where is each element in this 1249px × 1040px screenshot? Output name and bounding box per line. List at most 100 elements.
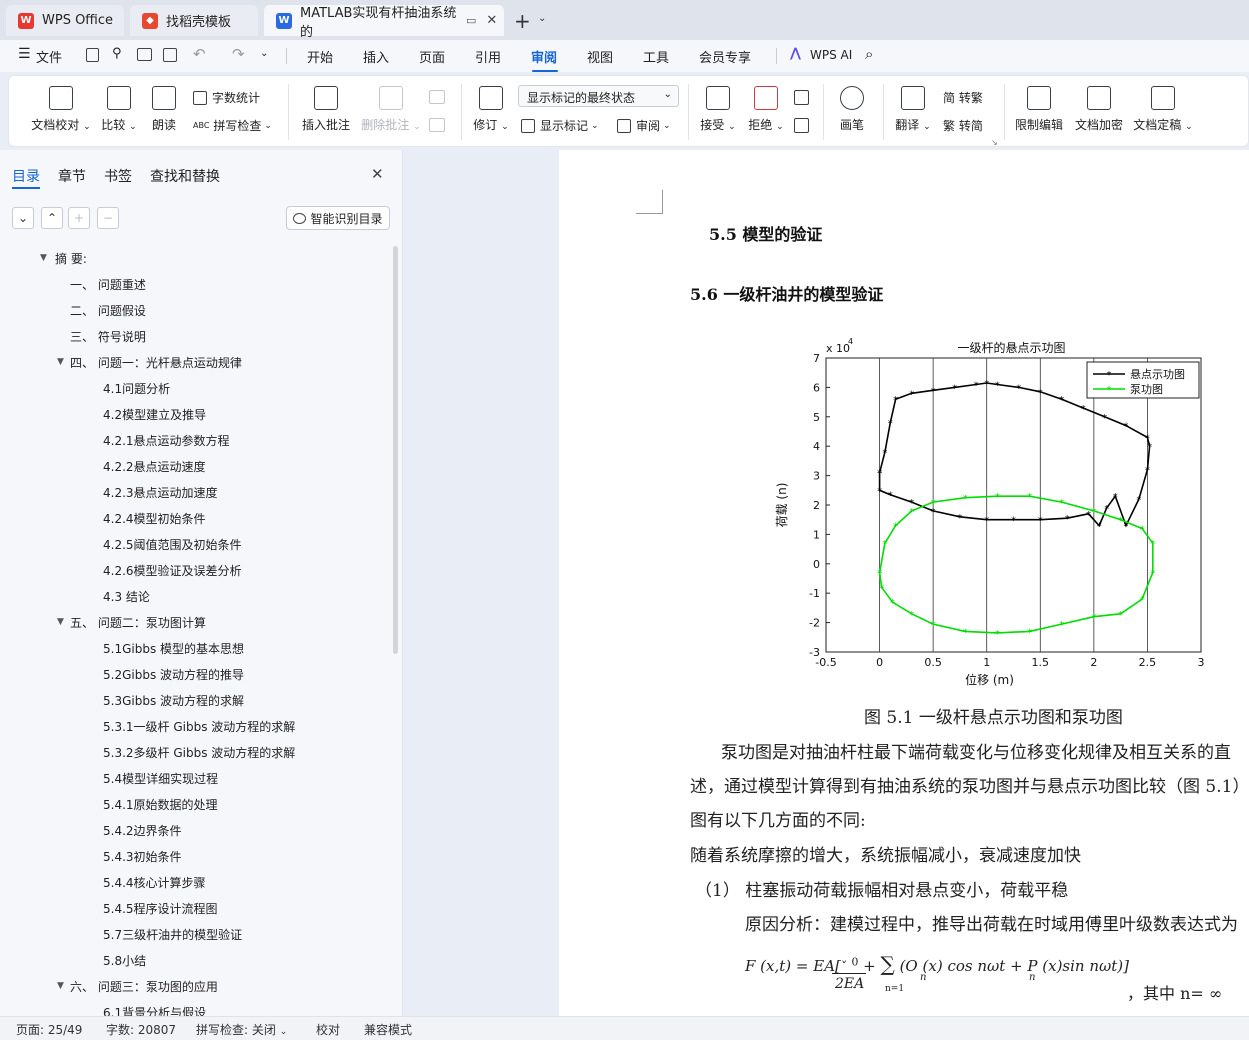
doc-check-button[interactable]: 文档校对 ⌄	[29, 86, 93, 133]
toc-item[interactable]: 4.3 结论	[103, 588, 150, 605]
restrict-edit-button[interactable]: 限制编辑	[1013, 86, 1065, 133]
undo-icon[interactable]: ↶	[193, 45, 206, 63]
toc-item[interactable]: 5.1Gibbs 模型的基本思想	[103, 640, 244, 657]
read-aloud-button[interactable]: 朗读	[149, 86, 179, 133]
toc-item[interactable]: 4.2.3悬点运动加速度	[103, 484, 218, 501]
toc-item[interactable]: 4.2.5阈值范围及初始条件	[103, 536, 242, 553]
toc-item[interactable]: 六、 问题三：泵功图的应用	[70, 978, 218, 995]
toc-item[interactable]: 4.2模型建立及推导	[103, 406, 206, 423]
menu-home[interactable]: 开始	[307, 47, 333, 66]
markup-state-select[interactable]: 显示标记的最终状态 ⌄	[518, 85, 679, 107]
wps-ai-icon[interactable]: ⋀	[790, 46, 801, 61]
to-simplified-button[interactable]: 繁 转简	[943, 117, 983, 134]
close-pane-icon[interactable]: ✕	[371, 165, 384, 183]
print-icon[interactable]	[137, 48, 152, 61]
toc-item[interactable]: 5.8小结	[103, 952, 146, 969]
next-comment-icon[interactable]	[429, 118, 445, 132]
toc-item[interactable]: 4.1问题分析	[103, 380, 170, 397]
word-count-button[interactable]: 字数统计	[193, 89, 260, 106]
toc-item[interactable]: 四、 问题一：光杆悬点运动规律	[70, 354, 242, 371]
toc-item[interactable]: 4.2.6模型验证及误差分析	[103, 562, 242, 579]
tab-docer-templates[interactable]: ◆ 找稻壳模板	[130, 5, 258, 36]
toc-item[interactable]: 5.3Gibbs 波动方程的求解	[103, 692, 244, 709]
share-icon[interactable]: ⚲	[112, 46, 122, 61]
save-icon[interactable]	[86, 48, 99, 62]
show-markup-button[interactable]: 显示标记 ⌄	[521, 117, 599, 134]
toc-item[interactable]: 三、 符号说明	[70, 328, 146, 345]
menu-tools[interactable]: 工具	[643, 47, 669, 66]
accept-button[interactable]: 接受 ⌄	[699, 86, 737, 133]
print-preview-icon[interactable]	[163, 48, 177, 62]
document-page[interactable]: 5.5 模型的验证 5.6 一级杆油井的模型验证 -0.5 0 0.5 1 1.5 2 2.…	[559, 150, 1249, 1016]
to-traditional-button[interactable]: 简 转繁	[943, 89, 983, 106]
pen-button[interactable]: 画笔	[835, 86, 869, 133]
menu-file[interactable]: 文件	[36, 47, 62, 66]
finalize-button[interactable]: 文档定稿 ⌄	[1133, 86, 1193, 133]
menu-references[interactable]: 引用	[475, 47, 501, 66]
spell-check-status[interactable]: 拼写检查: 关闭 ⌄	[196, 1021, 287, 1038]
toc-item[interactable]: 5.7三级杆油井的模型验证	[103, 926, 242, 943]
dialog-launcher-icon[interactable]: ↘	[991, 138, 998, 147]
translate-button[interactable]: 翻译 ⌄	[893, 86, 933, 133]
close-tab-icon[interactable]: ✕	[486, 13, 497, 28]
tab-find-replace[interactable]: 查找和替换	[150, 166, 220, 186]
toc-item[interactable]: 5.3.2多级杆 Gibbs 波动方程的求解	[103, 744, 295, 761]
tab-bookmarks[interactable]: 书签	[104, 166, 132, 186]
encrypt-button[interactable]: 文档加密	[1073, 86, 1125, 133]
tab-sections[interactable]: 章节	[58, 166, 86, 186]
menu-membership[interactable]: 会员专享	[699, 47, 751, 66]
toc-item[interactable]: 4.2.1悬点运动参数方程	[103, 432, 230, 449]
expand-arrow-icon[interactable]: ▼	[57, 617, 64, 627]
reject-button[interactable]: 拒绝 ⌄	[747, 86, 785, 133]
quick-access-chevron-icon[interactable]: ⌄	[260, 48, 268, 59]
toc-item[interactable]: 5.2Gibbs 波动方程的推导	[103, 666, 244, 683]
search-icon[interactable]: ⌕	[865, 45, 873, 63]
toc-item[interactable]: 5.4.1原始数据的处理	[103, 796, 218, 813]
toc-item[interactable]: 一、 问题重述	[70, 276, 146, 293]
expand-arrow-icon[interactable]: ▼	[57, 357, 64, 367]
compare-button[interactable]: 比较 ⌄	[99, 86, 139, 133]
spell-check-button[interactable]: ABC 拼写检查 ⌄	[193, 117, 272, 134]
expand-arrow-icon[interactable]: ▼	[40, 253, 47, 263]
tab-toc[interactable]: 目录	[12, 166, 40, 186]
promote-button[interactable]: +	[68, 207, 90, 229]
new-tab-plus-icon[interactable]: +	[514, 9, 531, 33]
toc-scrollbar[interactable]	[393, 246, 398, 654]
word-count-indicator[interactable]: 字数: 20807	[106, 1021, 176, 1038]
prev-comment-icon[interactable]	[429, 90, 445, 104]
collapse-all-button[interactable]: ⌃	[41, 207, 63, 229]
toc-item[interactable]: 5.4.2边界条件	[103, 822, 182, 839]
smart-toc-button[interactable]: 智能识别目录	[286, 206, 390, 230]
delete-comment-button[interactable]: 删除批注 ⌄	[359, 86, 423, 133]
proofread-status[interactable]: 校对	[316, 1021, 340, 1038]
toc-item[interactable]: 二、 问题假设	[70, 302, 146, 319]
demote-button[interactable]: −	[97, 207, 119, 229]
toc-item[interactable]: 4.2.2悬点运动速度	[103, 458, 206, 475]
menu-view[interactable]: 视图	[587, 47, 613, 66]
toc-item[interactable]: 摘 要:	[55, 250, 87, 267]
menu-wps-ai[interactable]: WPS AI	[810, 48, 852, 62]
toc-item[interactable]: 5.4.3初始条件	[103, 848, 182, 865]
review-pane-button[interactable]: 审阅 ⌄	[617, 117, 671, 134]
expand-all-button[interactable]: ⌄	[12, 207, 34, 229]
track-changes-button[interactable]: 修订 ⌄	[471, 86, 511, 133]
tab-wps-office[interactable]: W WPS Office	[6, 5, 124, 36]
expand-arrow-icon[interactable]: ▼	[57, 981, 64, 991]
redo-icon[interactable]: ↷	[232, 45, 245, 63]
toc-item[interactable]: 5.4.5程序设计流程图	[103, 900, 218, 917]
toc-item[interactable]: 4.2.4模型初始条件	[103, 510, 206, 527]
monitor-icon[interactable]: ▭	[466, 14, 476, 27]
insert-comment-button[interactable]: 插入批注	[299, 86, 353, 133]
hamburger-icon[interactable]: ☰	[18, 46, 31, 62]
toc-item[interactable]: 5.3.1一级杆 Gibbs 波动方程的求解	[103, 718, 295, 735]
toc-item[interactable]: 五、 问题二：泵功图计算	[70, 614, 206, 631]
tab-current-document[interactable]: W MATLAB实现有杆抽油系统的 ▭ ✕	[264, 5, 504, 40]
toc-item[interactable]: 6.1背景分析与假设	[103, 1004, 206, 1016]
menu-insert[interactable]: 插入	[363, 47, 389, 66]
next-change-icon[interactable]	[794, 118, 809, 133]
menu-page[interactable]: 页面	[419, 47, 445, 66]
prev-change-icon[interactable]	[794, 90, 809, 105]
page-indicator[interactable]: 页面: 25/49	[16, 1021, 82, 1038]
toc-item[interactable]: 5.4模型详细实现过程	[103, 770, 218, 787]
toc-item[interactable]: 5.4.4核心计算步骤	[103, 874, 206, 891]
